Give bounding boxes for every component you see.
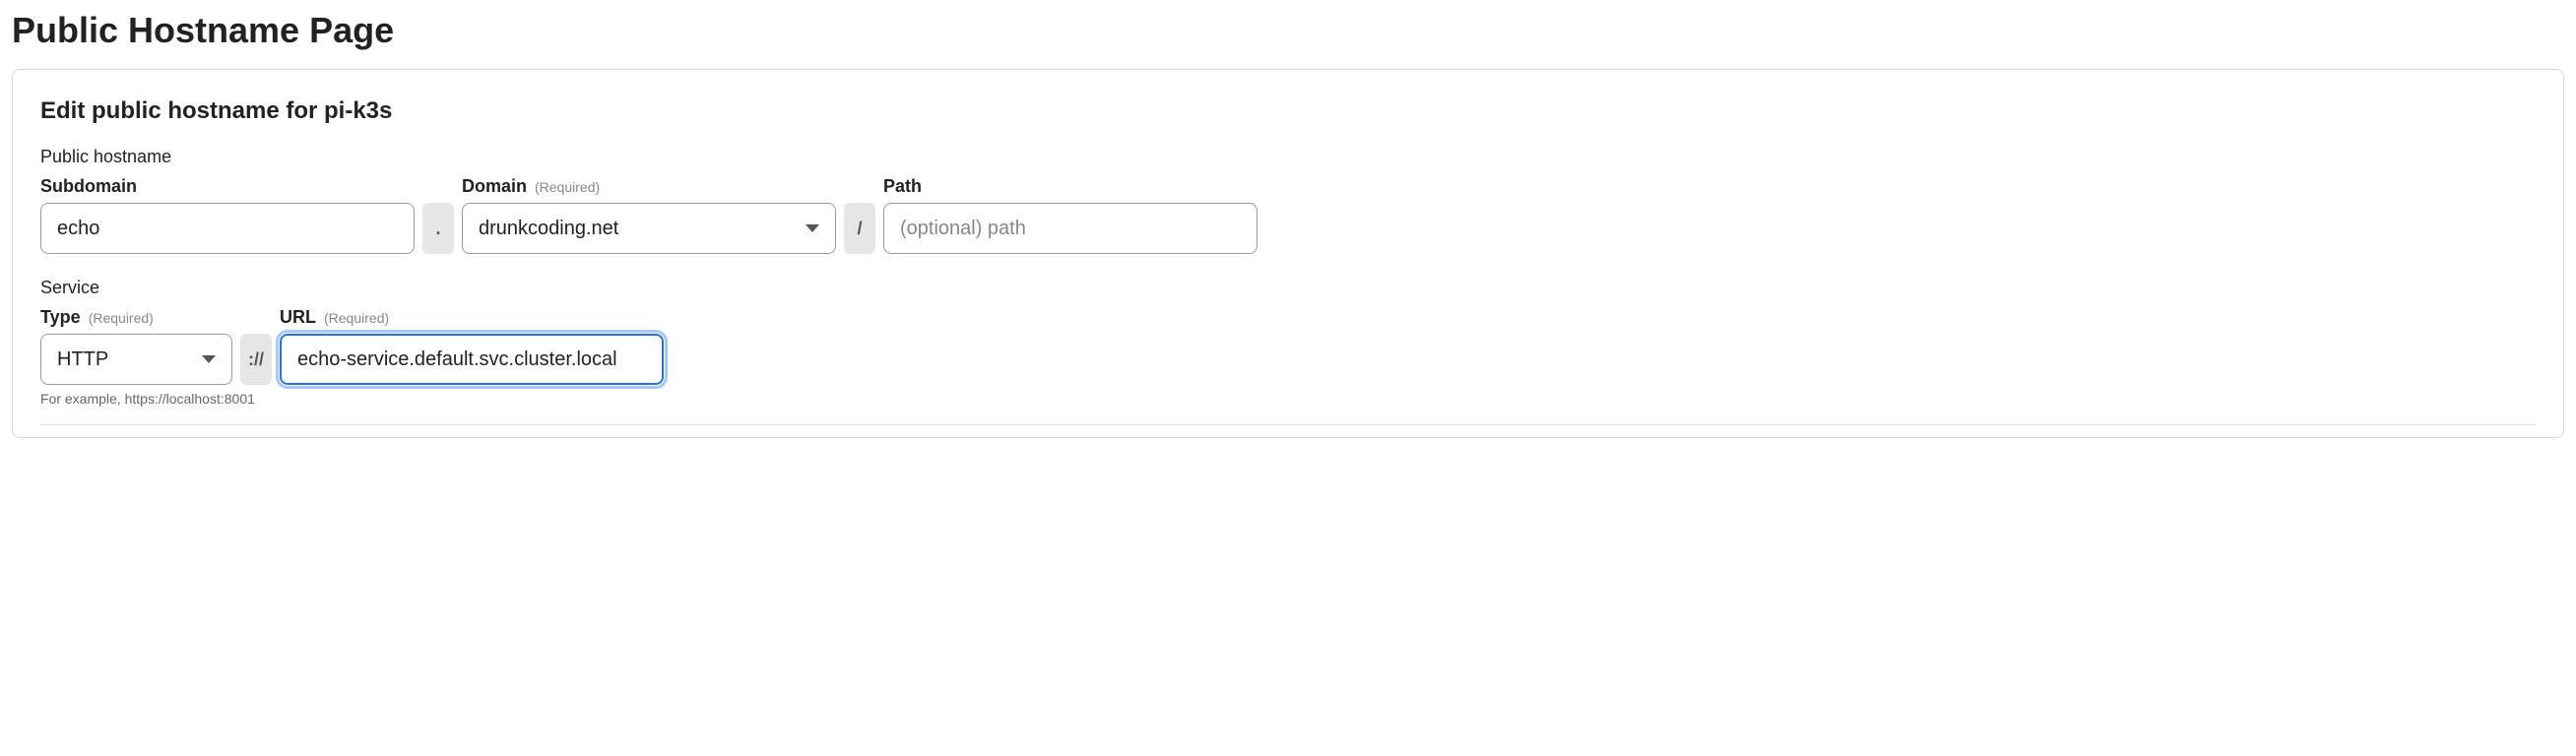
page-title: Public Hostname Page [12, 10, 2564, 51]
domain-value: drunkcoding.net [479, 218, 618, 240]
hostname-row: Subdomain . Domain (Required) drunkcodin… [40, 177, 2536, 254]
slash-separator: / [844, 203, 875, 254]
url-label: URL [280, 308, 316, 326]
domain-field: Domain (Required) drunkcoding.net [462, 177, 836, 254]
domain-label: Domain [462, 177, 527, 195]
url-input[interactable] [280, 334, 664, 385]
divider [40, 424, 2536, 425]
type-label: Type [40, 308, 81, 326]
type-required: (Required) [89, 311, 154, 325]
card-title: Edit public hostname for pi-k3s [40, 97, 2536, 125]
path-input[interactable] [883, 203, 1257, 254]
subdomain-input[interactable] [40, 203, 415, 254]
dot-separator: . [422, 203, 454, 254]
service-section-label: Service [40, 278, 2536, 298]
type-value: HTTP [57, 348, 108, 371]
url-field: URL (Required) [280, 308, 664, 385]
subdomain-label: Subdomain [40, 177, 137, 195]
chevron-down-icon [805, 224, 819, 232]
scheme-separator: :// [240, 334, 272, 385]
chevron-down-icon [202, 355, 216, 363]
public-hostname-section-label: Public hostname [40, 147, 2536, 167]
service-example-text: For example, https://localhost:8001 [40, 391, 664, 407]
path-field: Path [883, 177, 1257, 254]
service-row: Type (Required) HTTP :// URL (Required) [40, 308, 2536, 407]
domain-required: (Required) [535, 180, 600, 194]
path-label: Path [883, 177, 922, 195]
subdomain-field: Subdomain [40, 177, 415, 254]
type-select[interactable]: HTTP [40, 334, 232, 385]
hostname-card: Edit public hostname for pi-k3s Public h… [12, 69, 2564, 438]
type-field: Type (Required) HTTP [40, 308, 232, 385]
url-required: (Required) [324, 311, 389, 325]
domain-select[interactable]: drunkcoding.net [462, 203, 836, 254]
